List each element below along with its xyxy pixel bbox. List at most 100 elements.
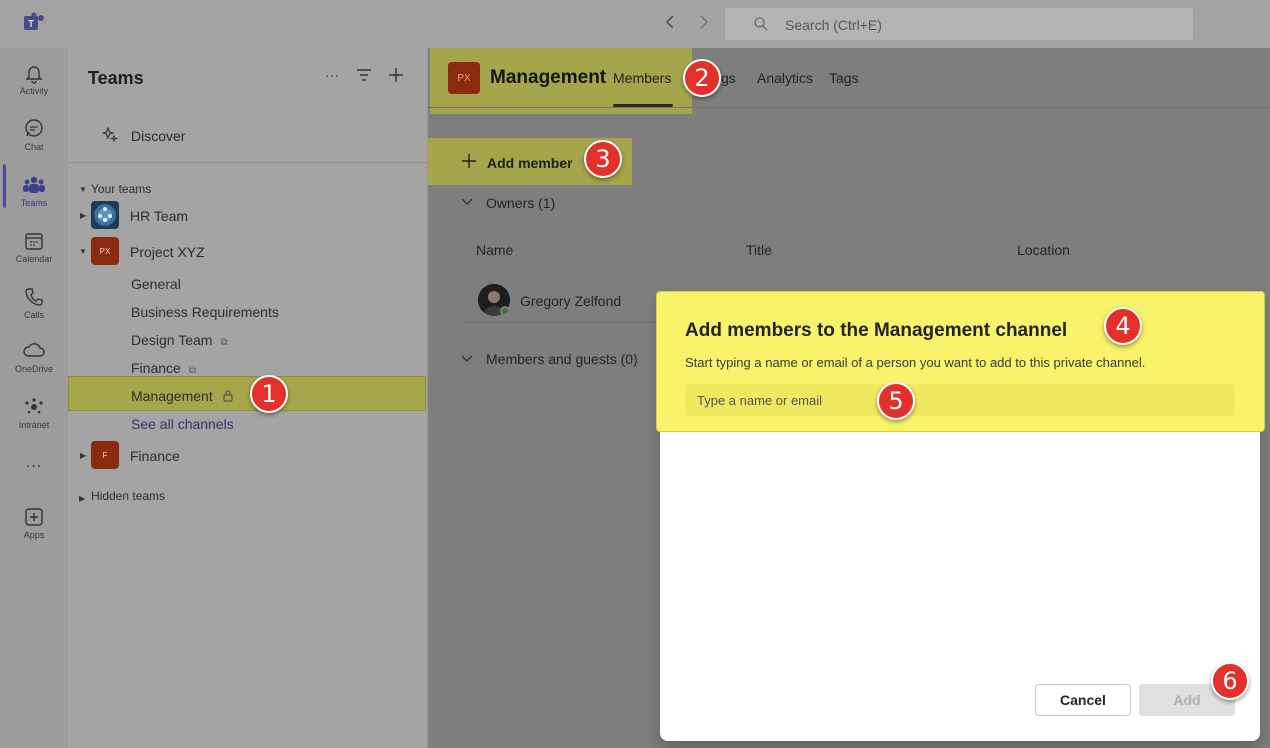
rail-label: Apps: [23, 530, 45, 540]
channel-label: Design Team: [131, 332, 213, 348]
rail-item-calls[interactable]: Calls: [0, 278, 68, 334]
filter-icon: [357, 69, 371, 81]
more-options-button[interactable]: ···: [323, 66, 341, 84]
tab-tags[interactable]: Tags: [829, 70, 859, 86]
tab-settings[interactable]: gs: [721, 70, 736, 86]
app-rail: Activity Chat Teams Calendar Calls OneDr…: [0, 48, 68, 748]
search-input[interactable]: Search (Ctrl+E): [724, 7, 1194, 41]
team-avatar: PX: [91, 237, 119, 265]
teams-logo-icon: T: [24, 12, 44, 30]
column-header-title[interactable]: Title: [746, 242, 772, 258]
rail-item-activity[interactable]: Activity: [0, 54, 68, 110]
dialog-subtitle: Start typing a name or email of a person…: [685, 355, 1146, 370]
team-item-finance[interactable]: ▶ F Finance: [68, 441, 428, 471]
lock-icon: [223, 390, 233, 402]
panel-actions: ···: [323, 66, 405, 84]
active-tab-indicator: [613, 104, 673, 107]
channel-item-design-team[interactable]: Design Team ⧉: [131, 332, 228, 348]
rail-label: Teams: [20, 198, 48, 208]
search-placeholder: Search (Ctrl+E): [785, 17, 882, 33]
filter-button[interactable]: [355, 66, 373, 84]
shared-channel-icon: ⧉: [188, 365, 196, 376]
rail-item-more[interactable]: ...: [0, 446, 68, 486]
member-name[interactable]: Gregory Zelfond: [520, 293, 621, 309]
channel-item-general[interactable]: General: [131, 276, 181, 292]
channel-item-finance[interactable]: Finance ⧉: [131, 360, 196, 376]
phone-icon: [25, 288, 43, 306]
rail-item-intranet[interactable]: Intranet: [0, 388, 68, 444]
caret-right-icon: ▶: [80, 451, 87, 460]
chevron-down-icon: [461, 353, 473, 367]
team-avatar: F: [91, 441, 119, 469]
team-item-project-xyz[interactable]: ▼ PX Project XYZ: [68, 237, 428, 267]
callout-marker-6: 6: [1211, 662, 1249, 700]
channel-label: Finance: [131, 360, 181, 376]
rail-label: Calendar: [15, 254, 53, 264]
channel-title: Management: [490, 67, 607, 88]
rail-label: OneDrive: [14, 364, 53, 374]
callout-marker-1: 1: [250, 375, 288, 413]
back-button[interactable]: [664, 14, 676, 35]
cancel-button[interactable]: Cancel: [1035, 684, 1131, 716]
svg-text:T: T: [28, 19, 34, 30]
forward-button[interactable]: [698, 14, 710, 35]
rail-item-chat[interactable]: Chat: [0, 110, 68, 166]
team-avatar: [91, 201, 119, 229]
see-all-channels-link[interactable]: See all channels: [131, 416, 234, 432]
rail-label: Calls: [23, 310, 44, 320]
plus-icon: [461, 152, 477, 175]
divider: [68, 162, 428, 163]
column-header-name[interactable]: Name: [476, 242, 513, 258]
team-item-hr-team[interactable]: ▶ HR Team: [68, 201, 428, 231]
callout-marker-2: 2: [683, 59, 721, 97]
rail-item-calendar[interactable]: Calendar: [0, 222, 68, 278]
discover-link[interactable]: Discover: [131, 128, 185, 144]
title-bar: T Search (Ctrl+E): [0, 0, 1270, 48]
bell-icon: [25, 66, 43, 84]
rail-label: Intranet: [18, 420, 50, 430]
teams-panel: Teams ··· Discover ▼ Your teams ▶ HR Tea…: [68, 48, 428, 748]
cloud-icon: [23, 343, 45, 357]
presence-available-icon: [500, 306, 510, 316]
hr-team-logo-icon: [94, 204, 116, 226]
rail-label: Chat: [24, 142, 44, 152]
rail-item-onedrive[interactable]: OneDrive: [0, 332, 68, 388]
chat-icon: [25, 119, 43, 137]
tab-analytics[interactable]: Analytics: [757, 70, 813, 86]
create-team-button[interactable]: [387, 66, 405, 84]
channel-avatar: PX: [448, 62, 480, 94]
channel-item-business-requirements[interactable]: Business Requirements: [131, 304, 279, 320]
callout-marker-5: 5: [877, 382, 915, 420]
search-icon: [754, 17, 768, 31]
discover-icon: [100, 126, 119, 147]
caret-right-icon: ▶: [79, 494, 86, 503]
panel-title: Teams: [88, 68, 144, 88]
plus-icon: [389, 68, 403, 82]
team-name: HR Team: [130, 208, 189, 224]
team-name: Project XYZ: [130, 244, 205, 260]
add-member-label: Add member: [487, 155, 573, 171]
highlight-management: [68, 376, 426, 411]
hidden-teams-header[interactable]: Hidden teams: [91, 489, 165, 503]
tab-members[interactable]: Members: [613, 70, 671, 86]
channel-label: Management: [131, 388, 213, 404]
callout-marker-3: 3: [584, 140, 622, 178]
shared-channel-icon: ⧉: [220, 337, 228, 348]
owners-section-toggle[interactable]: Owners (1): [486, 195, 555, 211]
name-or-email-input[interactable]: [685, 384, 1235, 416]
chevron-left-icon: [665, 15, 674, 29]
dialog-title: Add members to the Management channel: [685, 320, 1068, 341]
rail-item-apps[interactable]: Apps: [0, 498, 68, 554]
your-teams-header[interactable]: Your teams: [91, 182, 151, 196]
caret-right-icon: ▶: [80, 211, 87, 220]
intranet-icon: [25, 398, 43, 414]
rail-item-teams[interactable]: Teams: [0, 166, 68, 222]
chevron-right-icon: [700, 15, 709, 29]
channel-item-management[interactable]: Management: [131, 388, 233, 404]
members-guests-section-toggle[interactable]: Members and guests (0): [486, 351, 638, 367]
divider: [464, 322, 664, 323]
caret-down-icon: ▼: [79, 247, 87, 256]
chevron-down-icon: [461, 196, 473, 210]
more-icon: ...: [25, 454, 43, 471]
column-header-location[interactable]: Location: [1017, 242, 1070, 258]
